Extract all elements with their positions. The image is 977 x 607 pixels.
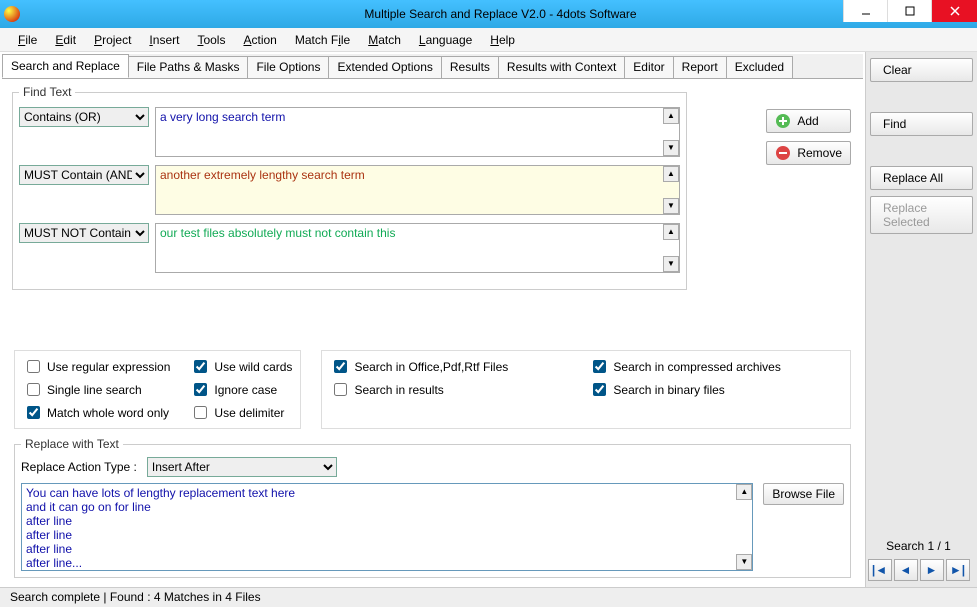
find-mode-3[interactable]: MUST NOT Contain (NO <box>19 223 149 243</box>
opt-ignore[interactable]: Ignore case <box>190 380 292 399</box>
scroll-down-icon[interactable]: ▼ <box>663 140 679 156</box>
nav-first-button[interactable]: |◄ <box>868 559 892 581</box>
replace-text[interactable]: You can have lots of lengthy replacement… <box>22 484 752 570</box>
status-text: Search complete | Found : 4 Matches in 4… <box>10 590 261 604</box>
scroll-down-icon[interactable]: ▼ <box>736 554 752 570</box>
remove-button[interactable]: Remove <box>766 141 851 165</box>
tab-results-context[interactable]: Results with Context <box>498 56 625 78</box>
replace-group: Replace with Text Replace Action Type : … <box>14 437 851 578</box>
opt-regex[interactable]: Use regular expression <box>23 357 170 376</box>
tab-results[interactable]: Results <box>441 56 499 78</box>
remove-label: Remove <box>797 146 842 160</box>
window-title: Multiple Search and Replace V2.0 - 4dots… <box>28 7 973 21</box>
close-button[interactable] <box>931 0 977 22</box>
nav-prev-button[interactable]: ◄ <box>894 559 918 581</box>
scroll-down-icon[interactable]: ▼ <box>663 198 679 214</box>
menu-project[interactable]: Project <box>86 31 139 49</box>
clear-button[interactable]: Clear <box>870 58 973 82</box>
nav-last-button[interactable]: ►| <box>946 559 970 581</box>
statusbar: Search complete | Found : 4 Matches in 4… <box>0 587 977 607</box>
add-label: Add <box>797 114 818 128</box>
tab-file-options[interactable]: File Options <box>247 56 329 78</box>
menu-insert[interactable]: Insert <box>141 31 187 49</box>
menubar: File Edit Project Insert Tools Action Ma… <box>0 28 977 52</box>
opt-whole[interactable]: Match whole word only <box>23 403 170 422</box>
tab-editor[interactable]: Editor <box>624 56 673 78</box>
opt-delim[interactable]: Use delimiter <box>190 403 292 422</box>
scroll-down-icon[interactable]: ▼ <box>663 256 679 272</box>
menu-help[interactable]: Help <box>482 31 523 49</box>
scroll-up-icon[interactable]: ▲ <box>663 166 679 182</box>
menu-match[interactable]: Match <box>360 31 409 49</box>
scroll-up-icon[interactable]: ▲ <box>663 224 679 240</box>
tab-extended[interactable]: Extended Options <box>328 56 441 78</box>
opt-wild[interactable]: Use wild cards <box>190 357 292 376</box>
window-controls <box>843 0 977 22</box>
find-text-3[interactable]: our test files absolutely must not conta… <box>156 224 679 272</box>
maximize-button[interactable] <box>887 0 931 22</box>
replace-type-label: Replace Action Type : <box>21 460 137 474</box>
find-text-2[interactable]: another extremely lengthy search term <box>156 166 679 214</box>
menu-language[interactable]: Language <box>411 31 480 49</box>
opt-office[interactable]: Search in Office,Pdf,Rtf Files <box>330 357 569 376</box>
tab-excluded[interactable]: Excluded <box>726 56 793 78</box>
replace-type-select[interactable]: Insert After <box>147 457 337 477</box>
find-button[interactable]: Find <box>870 112 973 136</box>
opt-in-results[interactable]: Search in results <box>330 380 569 399</box>
menu-tools[interactable]: Tools <box>189 31 233 49</box>
titlebar: Multiple Search and Replace V2.0 - 4dots… <box>0 0 977 28</box>
menu-action[interactable]: Action <box>235 31 284 49</box>
opt-binary[interactable]: Search in binary files <box>589 380 842 399</box>
scroll-up-icon[interactable]: ▲ <box>663 108 679 124</box>
minus-icon <box>775 145 791 161</box>
browse-label: Browse File <box>772 487 835 501</box>
main-panel: Search and Replace File Paths & Masks Fi… <box>0 52 865 587</box>
menu-file[interactable]: File <box>10 31 45 49</box>
tab-file-paths[interactable]: File Paths & Masks <box>128 56 249 78</box>
scroll-up-icon[interactable]: ▲ <box>736 484 752 500</box>
find-mode-2[interactable]: MUST Contain (AND) <box>19 165 149 185</box>
nav-next-button[interactable]: ► <box>920 559 944 581</box>
menu-edit[interactable]: Edit <box>47 31 84 49</box>
find-text-legend: Find Text <box>19 85 75 99</box>
replace-all-button[interactable]: Replace All <box>870 166 973 190</box>
replace-selected-button[interactable]: Replace Selected <box>870 196 973 234</box>
tab-search-replace[interactable]: Search and Replace <box>2 54 129 78</box>
tabstrip: Search and Replace File Paths & Masks Fi… <box>2 54 863 79</box>
plus-icon <box>775 113 791 129</box>
browse-file-button[interactable]: Browse File <box>763 483 844 505</box>
app-icon <box>4 6 20 22</box>
search-counter: Search 1 / 1 <box>864 539 973 553</box>
find-text-group: Find Text Contains (OR) a very long sear… <box>12 85 687 290</box>
tab-report[interactable]: Report <box>673 56 727 78</box>
minimize-button[interactable] <box>843 0 887 22</box>
find-text-1[interactable]: a very long search term <box>156 108 679 156</box>
find-mode-1[interactable]: Contains (OR) <box>19 107 149 127</box>
menu-matchfile[interactable]: Match File <box>287 31 358 49</box>
add-button[interactable]: Add <box>766 109 851 133</box>
opt-archives[interactable]: Search in compressed archives <box>589 357 842 376</box>
replace-legend: Replace with Text <box>21 437 123 451</box>
side-panel: Clear Find Replace All Replace Selected … <box>865 52 977 587</box>
opt-single[interactable]: Single line search <box>23 380 170 399</box>
